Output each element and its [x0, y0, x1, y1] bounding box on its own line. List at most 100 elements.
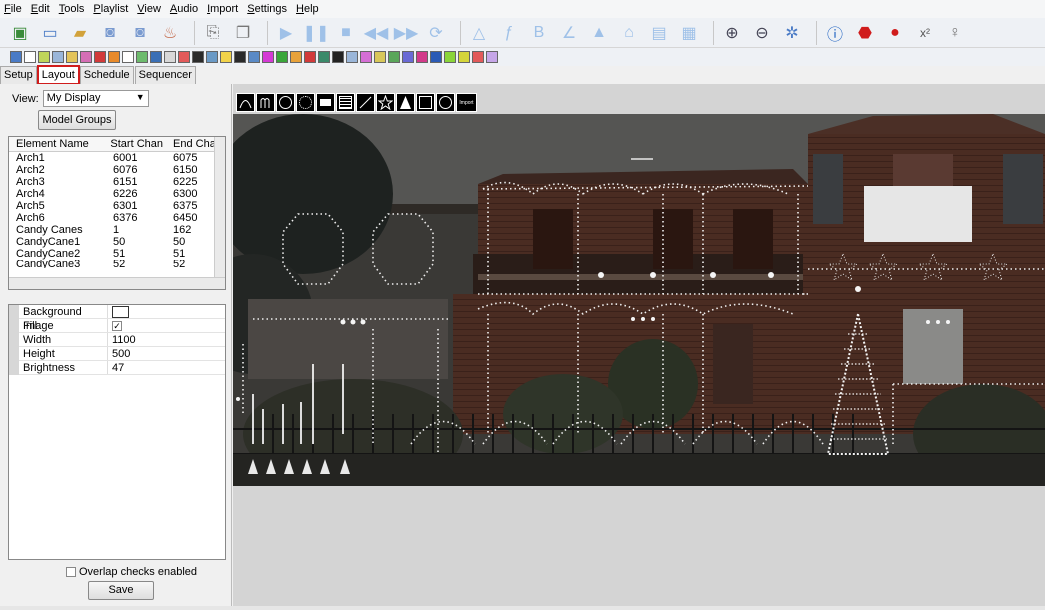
single-line-tool-icon[interactable] — [356, 93, 375, 112]
color-swatch[interactable] — [112, 306, 129, 319]
table-row[interactable]: CandyCane1 50 50 — [9, 236, 225, 248]
column-header-end-chan[interactable]: End Cha — [167, 137, 215, 151]
effect-icon[interactable] — [24, 51, 36, 63]
column-header-element-name[interactable]: Element Name — [9, 137, 107, 151]
effect-icon[interactable] — [304, 51, 316, 63]
grid-icon[interactable]: ▦ — [677, 21, 701, 45]
effect-icon[interactable] — [136, 51, 148, 63]
table-row[interactable]: CandyCane3 52 52 — [9, 260, 225, 268]
effect-icon[interactable] — [178, 51, 190, 63]
effect-icon[interactable] — [458, 51, 470, 63]
column-header-start-chan[interactable]: Start Chan — [107, 137, 167, 151]
settings-icon[interactable]: ✲ — [780, 21, 804, 45]
tab-sequencer[interactable]: Sequencer — [134, 66, 196, 84]
effect-icon[interactable] — [276, 51, 288, 63]
menu-edit[interactable]: Edit — [31, 3, 50, 15]
effect-icon[interactable] — [234, 51, 246, 63]
record-icon[interactable]: ● — [883, 21, 907, 45]
effect-icon[interactable] — [192, 51, 204, 63]
tab-layout[interactable]: Layout — [36, 65, 80, 85]
view-select[interactable]: My Display ▼ — [42, 90, 149, 107]
effect-icon[interactable] — [80, 51, 92, 63]
effect-icon[interactable] — [290, 51, 302, 63]
table-horizontal-scrollbar[interactable] — [9, 277, 225, 289]
folder-icon[interactable]: ▰ — [68, 21, 92, 45]
menu-tools[interactable]: Tools — [59, 3, 85, 15]
width-value[interactable]: 1100 — [108, 333, 136, 346]
arch-tool-icon[interactable] — [236, 93, 255, 112]
effect-icon[interactable] — [486, 51, 498, 63]
info-icon[interactable]: ⓘ — [823, 21, 847, 45]
zoom-in-icon[interactable]: ⊕ — [720, 21, 744, 45]
effect-icon[interactable] — [122, 51, 134, 63]
triangle-icon[interactable]: ▲ — [587, 21, 611, 45]
overlap-checks-row[interactable]: Overlap checks enabled — [66, 566, 197, 578]
stop-icon[interactable]: ■ — [334, 21, 358, 45]
repeat-icon[interactable]: ⟳ — [424, 21, 448, 45]
effect-icon[interactable] — [402, 51, 414, 63]
window-frame-tool-icon[interactable] — [416, 93, 435, 112]
candy-cane-tool-icon[interactable] — [256, 93, 275, 112]
table-row[interactable]: Arch5 6301 6375 — [9, 200, 225, 212]
clean-icon[interactable]: ♨ — [158, 21, 182, 45]
text-icon[interactable]: B — [527, 21, 551, 45]
fill-checkbox[interactable]: ✓ — [112, 321, 122, 332]
effect-icon[interactable] — [346, 51, 358, 63]
effect-icon[interactable] — [262, 51, 274, 63]
brush-icon[interactable]: ∠ — [557, 21, 581, 45]
save-as-icon[interactable]: ◙ — [128, 21, 152, 45]
effect-icon[interactable] — [430, 51, 442, 63]
tree-tool-icon[interactable] — [396, 93, 415, 112]
effect-icon[interactable] — [374, 51, 386, 63]
effect-icon[interactable] — [150, 51, 162, 63]
display-preview[interactable] — [233, 114, 1045, 486]
effect-icon[interactable] — [360, 51, 372, 63]
height-value[interactable]: 500 — [108, 347, 130, 360]
property-row[interactable]: Background Image — [9, 305, 225, 332]
table-row[interactable]: Arch3 6151 6225 — [9, 176, 225, 188]
menu-audio[interactable]: Audio — [170, 3, 198, 15]
tab-schedule[interactable]: Schedule — [79, 66, 134, 84]
effect-icon[interactable] — [206, 51, 218, 63]
pause-icon[interactable]: ❚❚ — [303, 21, 330, 45]
tab-setup[interactable]: Setup — [0, 66, 37, 84]
open-icon[interactable]: ▣ — [8, 21, 32, 45]
star-tool-icon[interactable] — [376, 93, 395, 112]
table-row[interactable]: Arch6 6376 6450 — [9, 212, 225, 224]
menu-import[interactable]: Import — [207, 3, 238, 15]
display-icon[interactable]: ▤ — [647, 21, 671, 45]
effect-icon[interactable] — [94, 51, 106, 63]
property-row[interactable]: Height 500 — [9, 347, 225, 361]
property-row[interactable]: Brightness 47 — [9, 361, 225, 375]
table-vertical-scrollbar[interactable] — [214, 137, 225, 277]
effect-icon[interactable] — [52, 51, 64, 63]
effect-icon[interactable] — [248, 51, 260, 63]
effect-icon[interactable] — [66, 51, 78, 63]
table-row[interactable]: Candy Canes 1 162 — [9, 224, 225, 236]
rewind-icon[interactable]: ◀◀ — [364, 21, 389, 45]
menu-view[interactable]: View — [137, 3, 161, 15]
circle-tool-icon[interactable] — [276, 93, 295, 112]
overlap-checkbox[interactable] — [66, 567, 76, 577]
menu-settings[interactable]: Settings — [247, 3, 287, 15]
import-tool-icon[interactable]: Import — [456, 93, 477, 112]
table-row[interactable]: Arch2 6076 6150 — [9, 164, 225, 176]
play-icon[interactable]: ▶ — [274, 21, 298, 45]
effect-icon[interactable] — [388, 51, 400, 63]
paste-icon[interactable]: ⎘ — [201, 21, 225, 45]
table-row[interactable]: CandyCane2 51 51 — [9, 248, 225, 260]
property-row[interactable]: Width 1100 — [9, 333, 225, 347]
effect-icon[interactable] — [10, 51, 22, 63]
effect-icon[interactable] — [164, 51, 176, 63]
zoom-out-icon[interactable]: ⊖ — [750, 21, 774, 45]
effect-icon[interactable] — [332, 51, 344, 63]
fill-value[interactable]: ✓ — [108, 319, 122, 332]
effect-icon[interactable] — [416, 51, 428, 63]
stop-sign-icon[interactable]: ⬣ — [853, 21, 877, 45]
outline-icon[interactable]: △ — [467, 21, 491, 45]
menu-file[interactable]: File — [4, 3, 22, 15]
effect-icon[interactable] — [220, 51, 232, 63]
model-groups-button[interactable]: Model Groups — [38, 110, 116, 130]
star-wreath-tool-icon[interactable] — [296, 93, 315, 112]
lightbulb-icon[interactable]: ♀ — [943, 21, 967, 45]
